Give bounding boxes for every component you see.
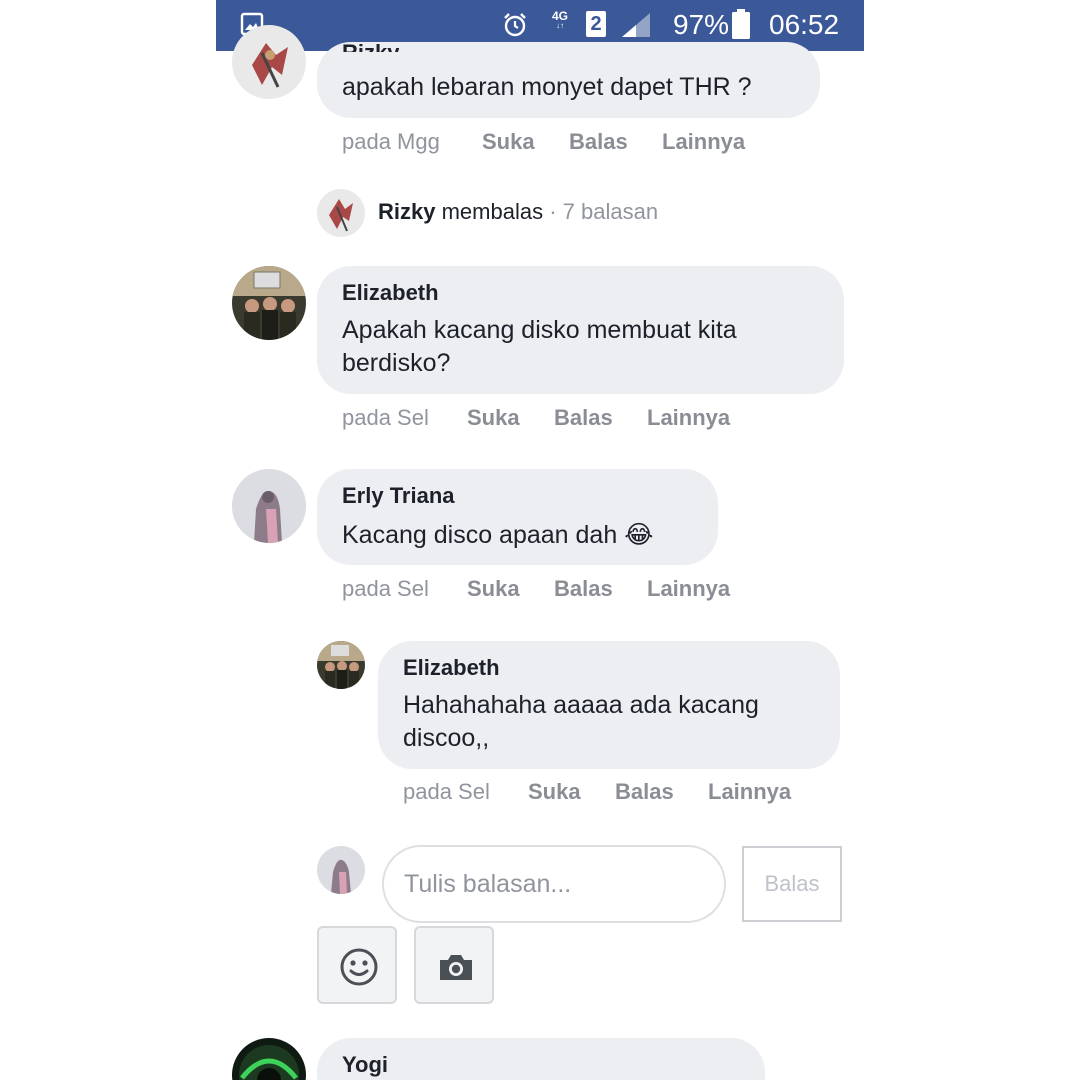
avatar[interactable]	[232, 25, 306, 99]
battery-icon	[732, 9, 750, 39]
avatar[interactable]	[232, 266, 306, 340]
phone-screen: 4G ↓↑ 2 97% 06:52 Rizky apakah lebaran m…	[216, 0, 864, 1080]
reply-button[interactable]: Balas	[554, 405, 613, 431]
avatar-image	[239, 1045, 299, 1080]
reply-author: Rizky	[378, 199, 436, 224]
reply-button[interactable]: Balas	[569, 129, 628, 155]
comment-text-line: Apakah kacang disko membuat kita	[342, 316, 737, 344]
comment-author[interactable]: Elizabeth	[342, 280, 439, 306]
avatar[interactable]	[232, 469, 306, 543]
clock: 06:52	[769, 9, 840, 40]
like-button[interactable]: Suka	[467, 405, 520, 431]
signal-icon	[622, 13, 650, 37]
camera-button[interactable]	[414, 926, 494, 1004]
avatar-image	[331, 859, 351, 894]
comment-author[interactable]: Elizabeth	[403, 655, 500, 681]
comment-text-line: discoo,,	[403, 724, 490, 752]
comment-time[interactable]: pada Sel	[342, 576, 429, 602]
comment-text: apakah lebaran monyet dapet THR ?	[342, 73, 752, 101]
comment-text-line: berdisko?	[342, 349, 451, 377]
comment-text: Apakah kacang disko membuat kita berdisk…	[342, 314, 737, 380]
sim-slot-badge: 2	[586, 11, 606, 37]
avatar-small[interactable]	[317, 641, 365, 689]
like-button[interactable]: Suka	[528, 779, 581, 805]
battery-percent: 97%	[673, 9, 730, 40]
more-button[interactable]: Lainnya	[647, 576, 730, 602]
avatar[interactable]	[232, 1038, 306, 1080]
emoji-button[interactable]	[317, 926, 397, 1004]
laughing-emoji: 😂	[624, 520, 654, 549]
comment-text: Kacang disco apaan dah 😂	[342, 518, 653, 552]
comment-text: Hahahahaha aaaaa ada kacang discoo,,	[403, 689, 759, 755]
submit-reply-button[interactable]: Balas	[742, 846, 842, 922]
comment-author[interactable]: Rizky	[342, 36, 399, 52]
like-button[interactable]: Suka	[482, 129, 535, 155]
more-button[interactable]: Lainnya	[662, 129, 745, 155]
comment-time[interactable]: pada Sel	[342, 405, 429, 431]
reply-verb: membalas	[441, 199, 544, 224]
reply-count: · 7 balasan	[543, 199, 659, 224]
comment-time[interactable]: pada Sel	[403, 779, 490, 805]
avatar-small	[317, 189, 365, 237]
comment-text-body: Kacang disco apaan dah	[342, 521, 618, 549]
reply-button[interactable]: Balas	[615, 779, 674, 805]
camera-icon	[440, 955, 472, 980]
more-button[interactable]: Lainnya	[708, 779, 791, 805]
reply-input[interactable]	[402, 869, 706, 900]
view-replies-link[interactable]: Rizky membalas · 7 balasan	[378, 199, 658, 225]
avatar-image	[232, 266, 306, 340]
reply-button[interactable]: Balas	[554, 576, 613, 602]
comment-author[interactable]: Erly Triana	[342, 483, 455, 509]
avatar-image	[317, 641, 365, 689]
avatar-small	[317, 846, 365, 894]
avatar-image	[329, 199, 353, 232]
avatar-image	[252, 43, 288, 88]
reply-input-box[interactable]	[382, 845, 726, 923]
comment-text-line: Hahahahaha aaaaa ada kacang	[403, 691, 759, 719]
like-button[interactable]: Suka	[467, 576, 520, 602]
alarm-icon	[504, 13, 526, 37]
more-button[interactable]: Lainnya	[647, 405, 730, 431]
comment-author[interactable]: Yogi	[342, 1052, 388, 1078]
comment-time[interactable]: pada Mgg	[342, 129, 440, 155]
network-type: 4G ↓↑	[552, 9, 569, 30]
avatar-image	[232, 469, 306, 543]
smiley-icon	[340, 948, 378, 986]
